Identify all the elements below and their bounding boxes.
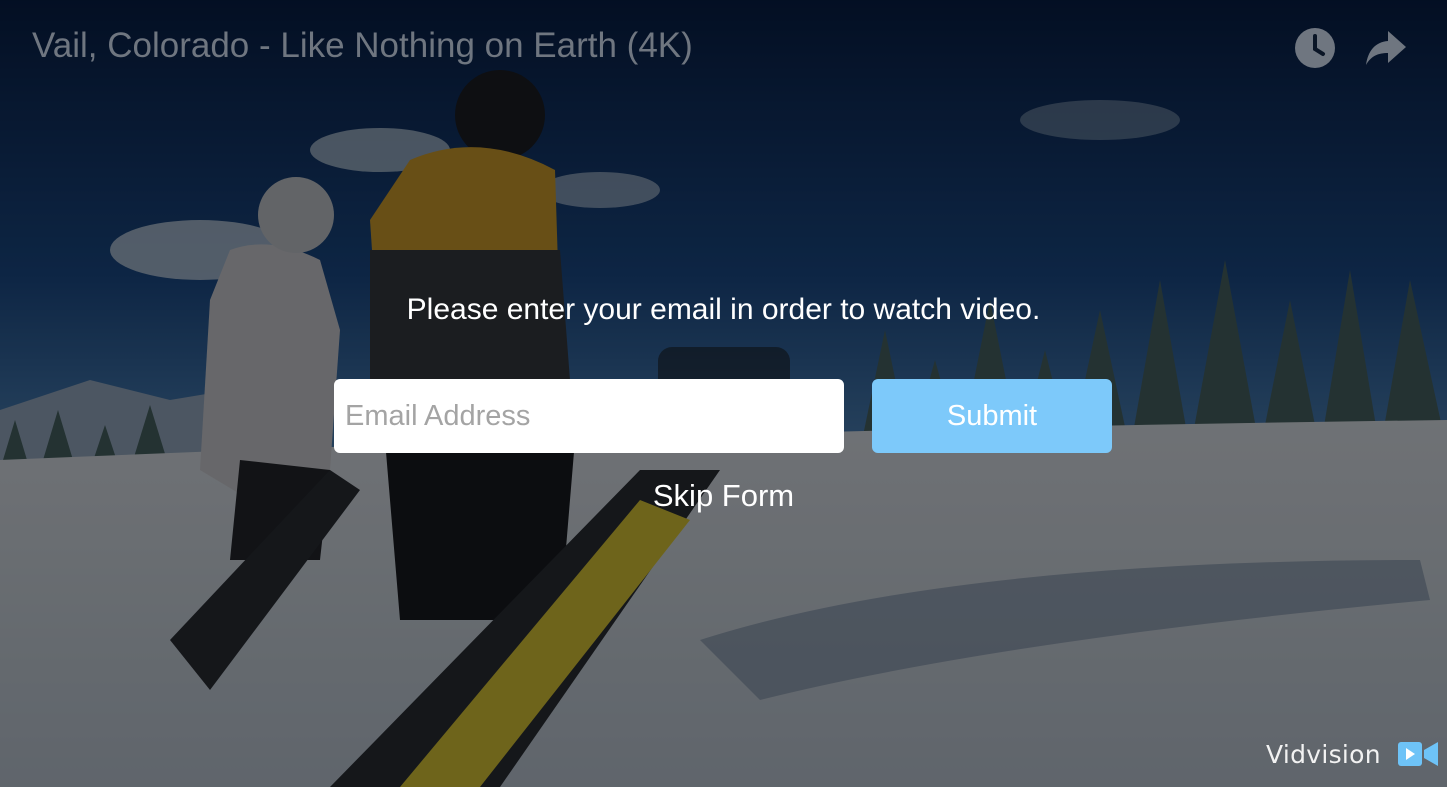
clock-icon[interactable] bbox=[1294, 27, 1336, 69]
share-arrow-icon[interactable] bbox=[1364, 27, 1406, 69]
video-title[interactable]: Vail, Colorado - Like Nothing on Earth (… bbox=[32, 26, 693, 66]
video-camera-icon bbox=[1397, 742, 1438, 766]
email-gate-prompt: Please enter your email in order to watc… bbox=[406, 293, 1041, 326]
skip-form-link[interactable]: Skip Form bbox=[0, 478, 1447, 514]
submit-button[interactable]: Submit bbox=[872, 379, 1112, 453]
brand-name: Vidvision bbox=[1266, 739, 1381, 769]
brand-watermark[interactable]: Vidvision bbox=[1266, 738, 1439, 770]
email-field[interactable] bbox=[334, 379, 844, 453]
video-player[interactable]: Vail, Colorado - Like Nothing on Earth (… bbox=[0, 0, 1447, 787]
